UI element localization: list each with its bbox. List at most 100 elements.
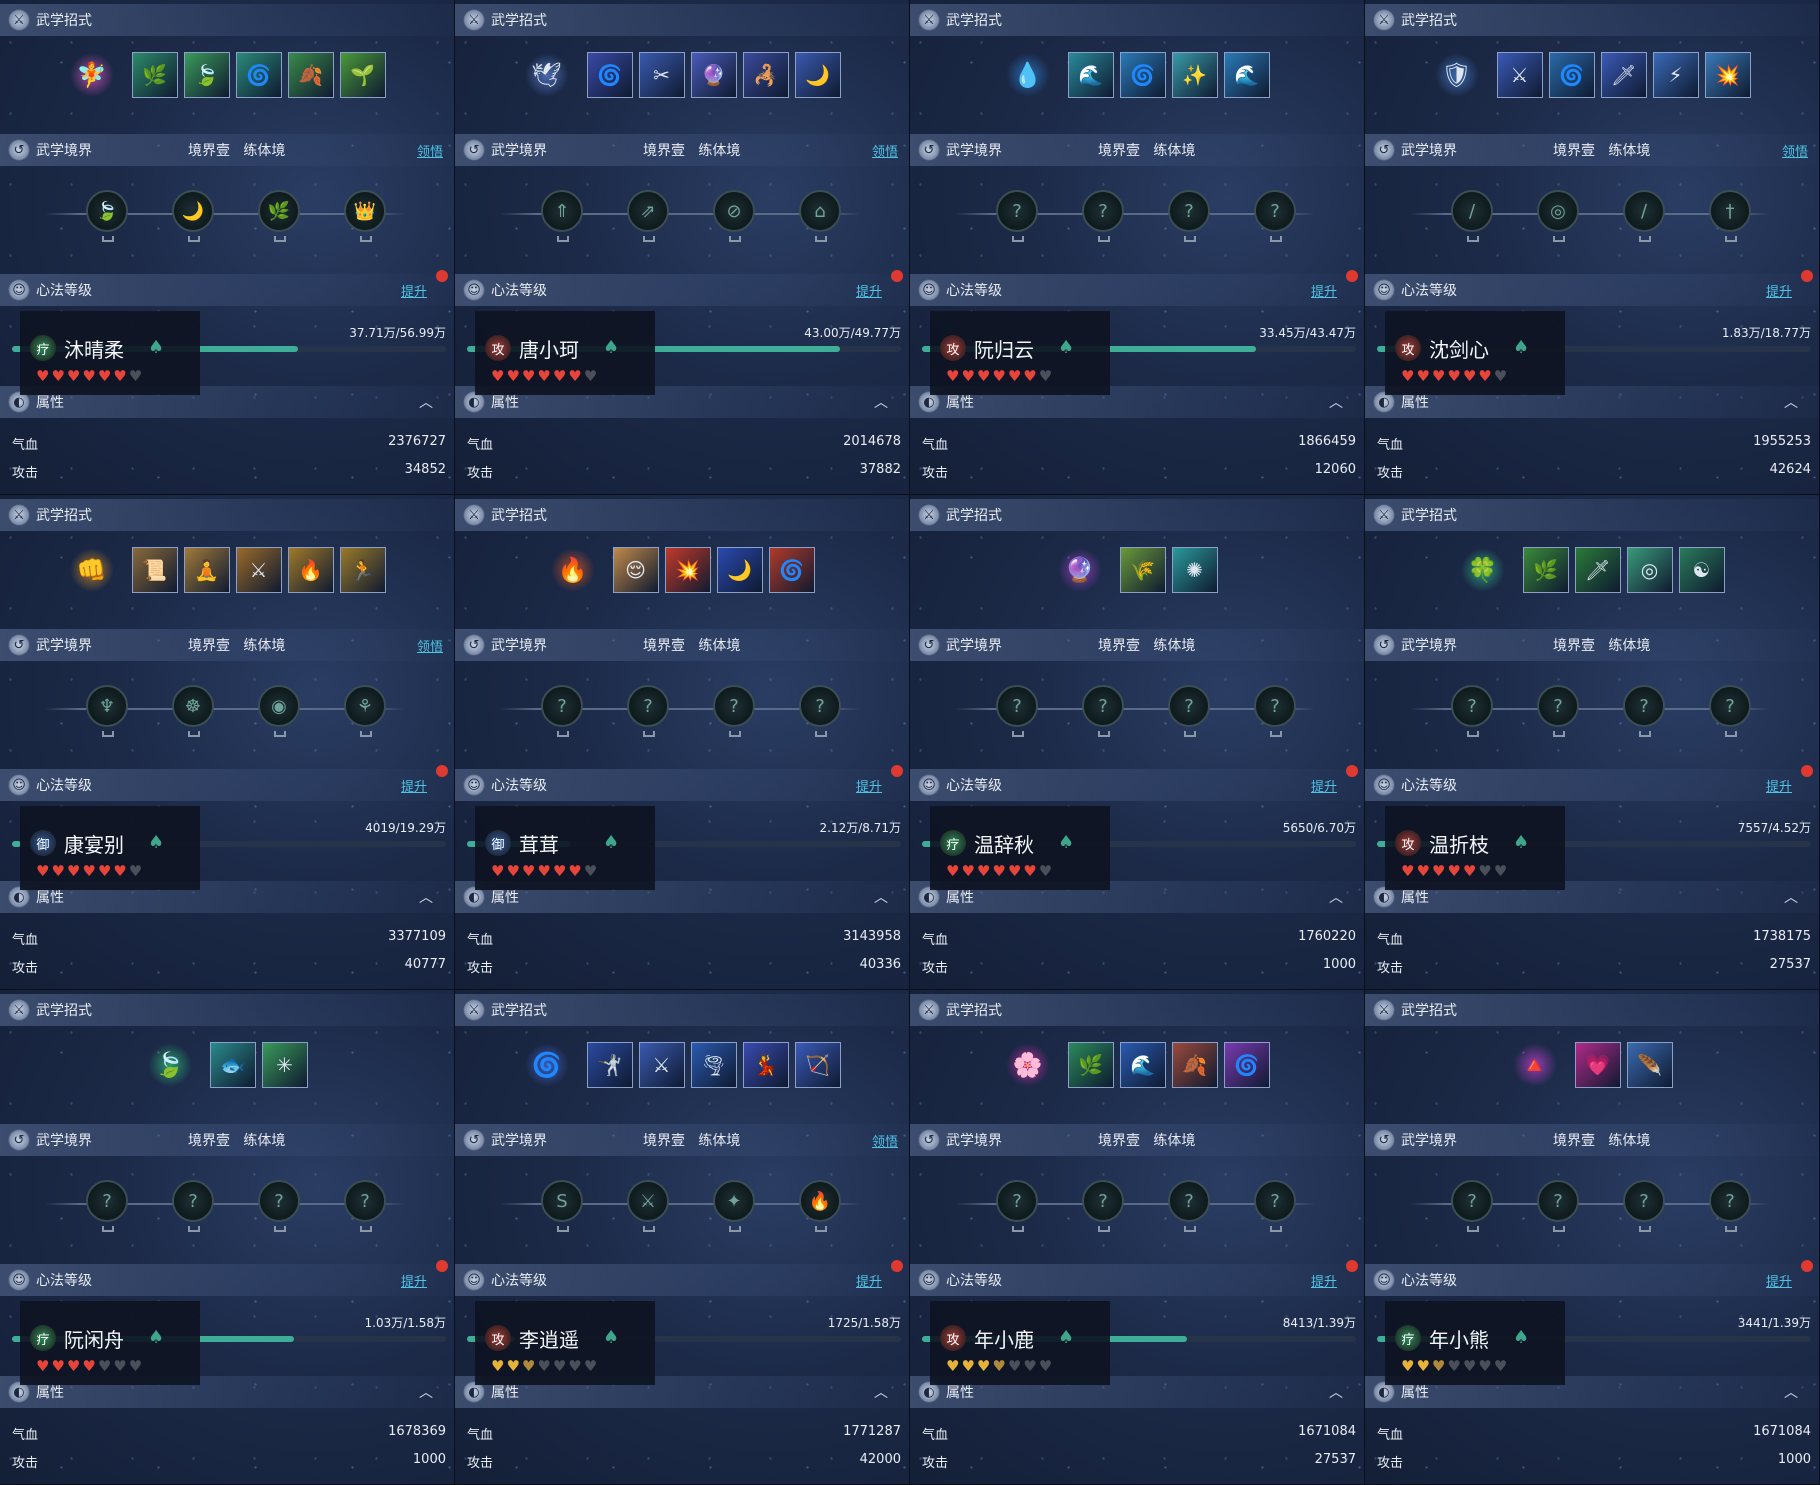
collapse-caret-icon[interactable]: ︿: [874, 392, 888, 412]
xinfa-upgrade-link[interactable]: 提升: [856, 1271, 882, 1290]
xinfa-upgrade-link[interactable]: 提升: [1311, 776, 1337, 795]
realm-node[interactable]: ?: [1709, 1180, 1751, 1232]
skill-icon[interactable]: 🌊: [1067, 52, 1114, 98]
realm-node[interactable]: ◉: [258, 685, 300, 737]
realm-node[interactable]: 🌿: [258, 190, 300, 242]
character-name-card[interactable]: 疗 温辞秋 ♠ ♥♥♥♥♥♥♥: [930, 806, 1110, 890]
skill-icon[interactable]: 🍃: [183, 52, 230, 98]
collapse-caret-icon[interactable]: ︿: [1329, 1382, 1343, 1402]
main-skill-icon[interactable]: 🍀: [1460, 548, 1505, 592]
realm-node[interactable]: ?: [1709, 685, 1751, 737]
skill-icon[interactable]: 🌱: [339, 52, 386, 98]
collapse-caret-icon[interactable]: ︿: [1784, 392, 1798, 412]
realm-comprehend-link[interactable]: 领悟: [872, 1131, 898, 1150]
skill-icon[interactable]: 💗: [1574, 1042, 1621, 1088]
realm-node[interactable]: ?: [996, 190, 1038, 242]
main-skill-icon[interactable]: 🕊: [524, 53, 569, 97]
skill-icon[interactable]: 🌀: [1119, 52, 1166, 98]
character-name-card[interactable]: 御 茸茸 ♠ ♥♥♥♥♥♥♥: [475, 806, 655, 890]
realm-node[interactable]: 👑: [344, 190, 386, 242]
xinfa-upgrade-link[interactable]: 提升: [856, 776, 882, 795]
realm-node[interactable]: ⇑: [541, 190, 583, 242]
collapse-caret-icon[interactable]: ︿: [1784, 1382, 1798, 1402]
skill-icon[interactable]: 🔮: [690, 52, 737, 98]
skill-icon[interactable]: 🌙: [716, 547, 763, 593]
character-name-card[interactable]: 疗 年小熊 ♠ ♥♥♥♥♥♥♥: [1385, 1301, 1565, 1385]
realm-node[interactable]: ☸: [172, 685, 214, 737]
collapse-caret-icon[interactable]: ︿: [1329, 392, 1343, 412]
realm-node[interactable]: ?: [1623, 1180, 1665, 1232]
realm-node[interactable]: ⌂: [799, 190, 841, 242]
realm-node[interactable]: ?: [86, 1180, 128, 1232]
realm-node[interactable]: ⊘: [713, 190, 755, 242]
realm-node[interactable]: ?: [172, 1180, 214, 1232]
skill-icon[interactable]: 🌿: [131, 52, 178, 98]
collapse-caret-icon[interactable]: ︿: [419, 1382, 433, 1402]
skill-icon[interactable]: ◎: [1626, 547, 1673, 593]
collapse-caret-icon[interactable]: ︿: [874, 887, 888, 907]
realm-node[interactable]: ◎: [1537, 190, 1579, 242]
main-skill-icon[interactable]: 🧚: [69, 53, 114, 97]
realm-node[interactable]: ⚔: [627, 1180, 669, 1232]
realm-node[interactable]: ?: [1623, 685, 1665, 737]
realm-node[interactable]: ?: [1537, 1180, 1579, 1232]
skill-icon[interactable]: ⚡: [1652, 52, 1699, 98]
realm-node[interactable]: ?: [541, 685, 583, 737]
character-name-card[interactable]: 攻 阮归云 ♠ ♥♥♥♥♥♥♥: [930, 311, 1110, 395]
xinfa-upgrade-link[interactable]: 提升: [856, 281, 882, 300]
main-skill-icon[interactable]: 🌸: [1005, 1043, 1050, 1087]
realm-node[interactable]: ?: [799, 685, 841, 737]
xinfa-upgrade-link[interactable]: 提升: [1766, 1271, 1792, 1290]
realm-node[interactable]: 🌙: [172, 190, 214, 242]
xinfa-upgrade-link[interactable]: 提升: [401, 281, 427, 300]
skill-icon[interactable]: 🌀: [586, 52, 633, 98]
skill-icon[interactable]: 🐟: [209, 1042, 256, 1088]
collapse-caret-icon[interactable]: ︿: [419, 392, 433, 412]
xinfa-upgrade-link[interactable]: 提升: [401, 1271, 427, 1290]
main-skill-icon[interactable]: 🌀: [524, 1043, 569, 1087]
skill-icon[interactable]: ☯: [1678, 547, 1725, 593]
character-name-card[interactable]: 攻 温折枝 ♠ ♥♥♥♥♥♥♥: [1385, 806, 1565, 890]
character-name-card[interactable]: 御 康宴别 ♠ ♥♥♥♥♥♥♥: [20, 806, 200, 890]
skill-icon[interactable]: 🌊: [1223, 52, 1270, 98]
collapse-caret-icon[interactable]: ︿: [419, 887, 433, 907]
realm-comprehend-link[interactable]: 领悟: [417, 141, 443, 160]
skill-icon[interactable]: 🍂: [1171, 1042, 1218, 1088]
skill-icon[interactable]: 💃: [742, 1042, 789, 1088]
realm-node[interactable]: ?: [1168, 190, 1210, 242]
skill-icon[interactable]: 🌪: [690, 1042, 737, 1088]
realm-node[interactable]: S: [541, 1180, 583, 1232]
collapse-caret-icon[interactable]: ︿: [874, 1382, 888, 1402]
realm-node[interactable]: ?: [627, 685, 669, 737]
skill-icon[interactable]: 😌: [612, 547, 659, 593]
realm-node[interactable]: ⇗: [627, 190, 669, 242]
xinfa-upgrade-link[interactable]: 提升: [401, 776, 427, 795]
skill-icon[interactable]: 🦂: [742, 52, 789, 98]
character-name-card[interactable]: 攻 沈剑心 ♠ ♥♥♥♥♥♥♥: [1385, 311, 1565, 395]
realm-node[interactable]: †: [1709, 190, 1751, 242]
skill-icon[interactable]: ⚔: [235, 547, 282, 593]
skill-icon[interactable]: ⚔: [1496, 52, 1543, 98]
xinfa-upgrade-link[interactable]: 提升: [1766, 281, 1792, 300]
skill-icon[interactable]: 🏃: [339, 547, 386, 593]
realm-node[interactable]: ?: [258, 1180, 300, 1232]
realm-node[interactable]: 🍃: [86, 190, 128, 242]
realm-node[interactable]: ?: [1168, 685, 1210, 737]
realm-node[interactable]: ?: [1451, 685, 1493, 737]
main-skill-icon[interactable]: 🛡: [1434, 53, 1479, 97]
xinfa-upgrade-link[interactable]: 提升: [1311, 1271, 1337, 1290]
realm-node[interactable]: ?: [1537, 685, 1579, 737]
skill-icon[interactable]: 🌙: [794, 52, 841, 98]
skill-icon[interactable]: 🗡: [1574, 547, 1621, 593]
collapse-caret-icon[interactable]: ︿: [1784, 887, 1798, 907]
realm-node[interactable]: ?: [1168, 1180, 1210, 1232]
main-skill-icon[interactable]: 💧: [1005, 53, 1050, 97]
skill-icon[interactable]: ✂: [638, 52, 685, 98]
skill-icon[interactable]: 🌊: [1119, 1042, 1166, 1088]
skill-icon[interactable]: 🌾: [1119, 547, 1166, 593]
main-skill-icon[interactable]: 🔺: [1512, 1043, 1557, 1087]
skill-icon[interactable]: 🌿: [1522, 547, 1569, 593]
skill-icon[interactable]: 🗡: [1600, 52, 1647, 98]
character-name-card[interactable]: 疗 沐晴柔 ♠ ♥♥♥♥♥♥♥: [20, 311, 200, 395]
skill-icon[interactable]: ⚔: [638, 1042, 685, 1088]
